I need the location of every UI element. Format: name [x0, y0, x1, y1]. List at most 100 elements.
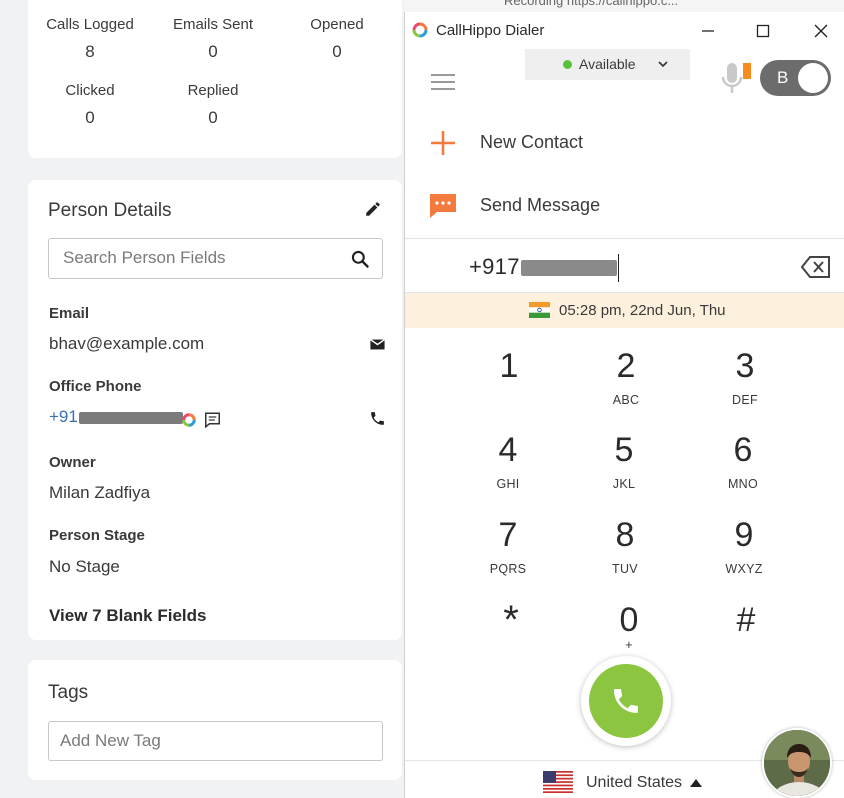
stat-label: Clicked — [65, 82, 115, 99]
key-digit: 1 — [499, 347, 519, 385]
key-letters: ABC — [612, 393, 640, 407]
stat-clicked: Clicked 0 — [25, 82, 155, 128]
number-prefix: +917 — [469, 254, 520, 279]
user-avatar[interactable] — [762, 728, 832, 798]
window-titlebar[interactable]: CallHippo Dialer — [405, 12, 844, 49]
key-3[interactable]: 3 DEF — [690, 346, 800, 426]
key-4[interactable]: 4 GHI — [453, 430, 563, 510]
dialed-number[interactable]: +917 — [469, 254, 620, 283]
key-digit: 0 — [619, 601, 639, 639]
stat-label: Emails Sent — [172, 16, 254, 33]
user-initial: B — [777, 68, 789, 87]
stat-value: 0 — [85, 108, 95, 127]
key-digit: 5 — [614, 431, 634, 469]
stat-label: Replied — [187, 82, 239, 99]
edit-pencil-icon[interactable] — [364, 200, 382, 218]
mail-icon[interactable] — [369, 336, 386, 353]
owner-value[interactable]: Milan Zadfiya — [49, 483, 150, 503]
key-hash[interactable]: # — [691, 600, 801, 680]
key-5[interactable]: 5 JKL — [569, 430, 679, 510]
office-phone-value[interactable]: +91 — [49, 407, 183, 427]
key-digit: 2 — [616, 347, 636, 385]
search-person-fields-input[interactable] — [63, 248, 333, 268]
us-flag-icon — [543, 771, 573, 793]
menu-send-message[interactable]: Send Message — [405, 179, 844, 233]
status-label: Available — [579, 56, 636, 72]
minimize-icon[interactable] — [695, 18, 721, 44]
maximize-icon[interactable] — [750, 18, 776, 44]
callhippo-dialer-window: CallHippo Dialer Available B New Contact… — [404, 12, 844, 798]
close-icon[interactable] — [808, 18, 834, 44]
person-stage-value[interactable]: No Stage — [49, 557, 120, 577]
background-snippet-text: Recording https://callhippo.c... — [504, 0, 679, 8]
text-caret — [617, 254, 620, 283]
status-dot — [563, 60, 572, 69]
stat-value: 0 — [208, 108, 218, 127]
key-digit: 3 — [735, 347, 755, 385]
menu-label: Send Message — [480, 195, 601, 215]
person-fields-search[interactable] — [48, 238, 383, 279]
key-digit: 9 — [734, 516, 754, 554]
email-value[interactable]: bhav@example.com — [49, 334, 204, 354]
stat-value: 0 — [208, 42, 218, 61]
country-name: United States — [586, 774, 683, 791]
key-star[interactable]: * — [456, 600, 566, 680]
key-1[interactable]: 1 — [454, 346, 564, 426]
key-letters: JKL — [612, 477, 636, 491]
key-letters: WXYZ — [725, 562, 763, 576]
chevron-down-icon — [658, 61, 668, 68]
stat-calls-logged: Calls Logged 8 — [25, 16, 155, 62]
add-tag-input[interactable] — [60, 731, 360, 751]
call-button[interactable] — [581, 656, 671, 746]
key-7[interactable]: 7 PQRS — [453, 515, 563, 595]
user-status-toggle[interactable]: B — [760, 60, 831, 96]
key-letters: DEF — [732, 393, 758, 407]
key-letters: PQRS — [489, 562, 527, 576]
key-letters: TUV — [612, 562, 638, 576]
key-9[interactable]: 9 WXYZ — [689, 515, 799, 595]
backspace-icon[interactable] — [801, 255, 831, 279]
window-title: CallHippo Dialer — [436, 22, 545, 39]
phone-icon — [614, 689, 638, 713]
callhippo-app-icon — [412, 22, 428, 38]
redacted-phone-digits — [78, 411, 183, 424]
india-flag-icon — [529, 302, 550, 318]
key-letters: MNO — [727, 477, 759, 491]
stat-label: Opened — [310, 16, 364, 33]
hamburger-menu-icon[interactable] — [430, 73, 456, 91]
call-button-fill — [589, 664, 663, 738]
key-6[interactable]: 6 MNO — [688, 430, 798, 510]
add-tag-field[interactable] — [48, 721, 383, 761]
availability-dropdown[interactable]: Available — [525, 49, 690, 80]
key-2[interactable]: 2 ABC — [571, 346, 681, 426]
tags-title: Tags — [48, 682, 89, 703]
stat-label: Calls Logged — [46, 16, 134, 33]
key-digit: 4 — [498, 431, 518, 469]
stat-emails-sent: Emails Sent 0 — [148, 16, 278, 62]
view-blank-fields-link[interactable]: View 7 Blank Fields — [49, 606, 206, 626]
key-8[interactable]: 8 TUV — [570, 515, 680, 595]
stat-replied: Replied 0 — [148, 82, 278, 128]
key-letters: + — [625, 638, 633, 652]
phone-prefix: +91 — [49, 407, 78, 426]
menu-new-contact[interactable]: New Contact — [405, 116, 844, 170]
key-digit: 6 — [733, 431, 753, 469]
sms-icon[interactable] — [203, 411, 222, 429]
phone-icon[interactable] — [369, 410, 386, 427]
message-icon — [430, 194, 456, 218]
caret-up-icon — [690, 779, 702, 787]
person-details-card: Person Details Email bhav@example.com Of… — [28, 180, 402, 640]
search-icon[interactable] — [350, 249, 370, 269]
key-digit: 7 — [498, 516, 518, 554]
plus-icon — [431, 131, 455, 155]
office-phone-label: Office Phone — [49, 378, 142, 395]
microphone-icon[interactable] — [719, 60, 753, 98]
key-letters: GHI — [496, 477, 520, 491]
stat-opened: Opened 0 — [272, 16, 402, 62]
key-digit: 8 — [615, 516, 635, 554]
email-label: Email — [49, 305, 90, 322]
dial-number-field[interactable]: +917 — [405, 238, 844, 293]
background-window-strip: Recording https://callhippo.c... — [404, 0, 844, 12]
toggle-knob — [798, 63, 828, 93]
callhippo-logo-icon[interactable] — [180, 411, 198, 429]
